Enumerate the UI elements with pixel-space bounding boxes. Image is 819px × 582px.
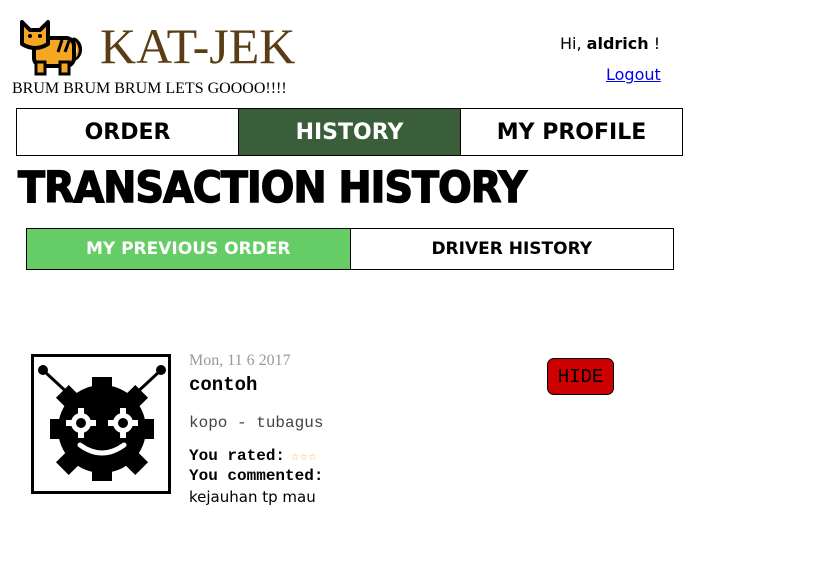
logout-link[interactable]: Logout <box>606 65 661 85</box>
driver-avatar <box>31 354 171 494</box>
page-title: TRANSACTION HISTORY <box>17 162 527 214</box>
rated-label: You rated: <box>189 447 286 465</box>
username: aldrich <box>586 34 649 53</box>
driver-name: contoh <box>189 374 258 396</box>
tab-history[interactable]: HISTORY <box>238 109 460 155</box>
brand-title: KAT-JEK <box>100 18 296 74</box>
main-nav: ORDER HISTORY MY PROFILE <box>16 108 683 156</box>
order-date: Mon, 11 6 2017 <box>189 352 291 369</box>
greeting-prefix: Hi, <box>560 34 582 53</box>
tab-my-previous-order[interactable]: MY PREVIOUS ORDER <box>27 229 350 269</box>
commented-label: You commented: <box>189 467 324 485</box>
star-rating-icon: ☆☆☆ <box>291 449 318 464</box>
greeting-suffix: ! <box>653 34 661 53</box>
robot-gear-icon <box>38 365 166 481</box>
cat-logo-icon <box>16 14 82 78</box>
rating-row: You rated: ☆☆☆ <box>189 446 318 467</box>
tab-my-profile[interactable]: MY PROFILE <box>460 109 682 155</box>
hide-button[interactable]: HIDE <box>547 358 614 395</box>
brand-tagline: BRUM BRUM BRUM LETS GOOOO!!!! <box>12 80 287 97</box>
comment-text: kejauhan tp mau <box>189 488 316 506</box>
tab-order[interactable]: ORDER <box>17 109 238 155</box>
user-greeting: Hi, aldrich ! <box>560 34 660 54</box>
tab-driver-history[interactable]: DRIVER HISTORY <box>349 229 674 269</box>
history-sub-nav: MY PREVIOUS ORDER DRIVER HISTORY <box>26 228 674 270</box>
order-route: kopo - tubagus <box>189 414 324 432</box>
